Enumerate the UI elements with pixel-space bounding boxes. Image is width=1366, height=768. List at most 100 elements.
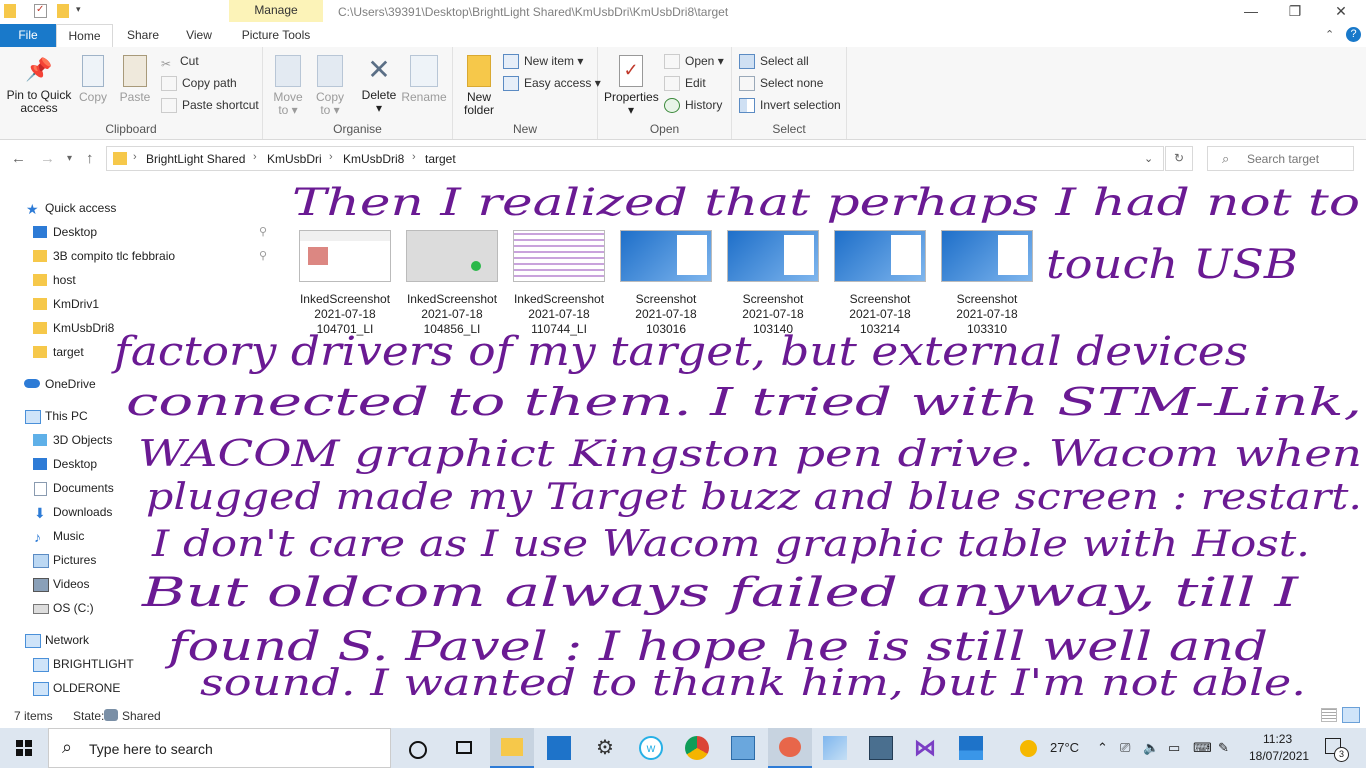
new-folder-button[interactable]: New folder [459,55,499,117]
nav-item-3b-compito[interactable]: 3B compito tlc febbraio ⚲ [0,245,278,267]
new-folder-quick-icon[interactable] [57,4,69,18]
language-icon[interactable]: ⌨ [1193,740,1212,756]
move-to-button[interactable]: Move to ▾ [271,55,305,117]
collapse-ribbon-icon[interactable]: ⌃ [1325,28,1334,41]
word-app-icon[interactable]: w [639,736,663,760]
tab-share[interactable]: Share [120,24,166,47]
open-button[interactable]: Open ▾ [664,52,724,70]
large-icons-view-icon[interactable] [1342,707,1360,723]
edit-button[interactable]: Edit [664,74,706,92]
network-tray-icon[interactable]: ▭ [1168,740,1180,756]
snipping-tool-icon[interactable] [823,736,847,760]
properties-quick-icon[interactable]: ✓ [34,4,47,18]
breadcrumb-separator-icon[interactable]: › [329,151,333,163]
address-dropdown-icon[interactable]: ⌄ [1144,152,1153,165]
nav-item-os-c[interactable]: OS (C:) [0,597,278,619]
close-button[interactable]: ✕ [1318,0,1364,24]
show-hidden-icons-chevron-icon[interactable]: ⌃ [1097,740,1108,756]
file-item[interactable]: InkedScreenshot 2021-07-18 104701_LI [293,228,397,337]
copy-button[interactable]: Copy [76,55,110,104]
select-all-button[interactable]: Select all [739,52,809,70]
file-explorer-taskbar-item[interactable] [490,728,534,768]
paste-shortcut-button[interactable]: Paste shortcut [161,96,259,114]
nav-item-documents[interactable]: Documents [0,477,278,499]
photos-icon[interactable] [959,736,983,760]
new-item-button[interactable]: New item ▾ [503,52,583,70]
breadcrumb-separator-icon[interactable]: › [253,151,257,163]
file-item[interactable]: Screenshot 2021-07-18 103016 [614,228,718,337]
nav-item-pc-desktop[interactable]: Desktop [0,453,278,475]
taskbar-search[interactable]: ⌕ Type here to search [48,728,391,768]
start-button[interactable] [0,728,48,768]
file-item[interactable]: Screenshot 2021-07-18 103310 [935,228,1039,337]
nav-this-pc[interactable]: This PC [0,405,278,427]
nav-item-music[interactable]: ♪ Music [0,525,278,547]
search-box[interactable]: ⌕ Search target [1207,146,1354,171]
cut-button[interactable]: ✂ Cut [161,52,199,71]
breadcrumb-target[interactable]: target [425,152,456,166]
nav-network[interactable]: Network [0,629,278,651]
breadcrumb-brightlight-shared[interactable]: BrightLight Shared [146,152,245,166]
nav-item-kmdriv1[interactable]: KmDriv1 [0,293,278,315]
task-view-icon[interactable] [452,736,476,760]
breadcrumb-separator-icon[interactable]: › [133,151,137,163]
nav-item-videos[interactable]: Videos [0,573,278,595]
easy-access-button[interactable]: Easy access ▾ [503,74,601,92]
select-none-button[interactable]: Select none [739,74,823,92]
remote-desktop-icon[interactable] [869,736,893,760]
tab-file[interactable]: File [0,24,56,47]
paste-button[interactable]: Paste [118,55,152,104]
visual-studio-icon[interactable]: ⋈ [913,736,937,760]
history-button[interactable]: History [664,96,722,114]
pin-to-quick-access-button[interactable]: 📌 Pin to Quick access [4,55,74,115]
nav-item-olderone[interactable]: OLDERONE [0,677,278,699]
copy-to-button[interactable]: Copy to ▾ [313,55,347,117]
invert-selection-button[interactable]: Invert selection [739,96,841,114]
help-icon[interactable]: ? [1346,27,1361,42]
cortana-icon[interactable] [405,736,429,760]
tray-usb-icon[interactable]: ⎚ [1120,740,1130,756]
file-item[interactable]: InkedScreenshot 2021-07-18 104856_LI [400,228,504,337]
pen-icon[interactable]: ✎ [1218,740,1229,756]
nav-item-pictures[interactable]: Pictures [0,549,278,571]
temperature[interactable]: 27°C [1050,740,1079,755]
delete-button[interactable]: ✕ Delete ▾ [359,55,399,115]
file-item[interactable]: InkedScreenshot 2021-07-18 110744_LI [507,228,611,337]
address-bar[interactable]: › BrightLight Shared › KmUsbDri › KmUsbD… [106,146,1164,171]
volume-icon[interactable]: 🔈 [1143,740,1159,756]
clock-time[interactable]: 11:23 [1263,732,1292,746]
minimize-button[interactable]: — [1228,0,1274,24]
nav-quick-access[interactable]: ★ Quick access [0,197,278,219]
paint-app-taskbar-item[interactable] [768,728,812,768]
restore-button[interactable]: ❐ [1272,0,1318,24]
nav-item-desktop[interactable]: Desktop ⚲ [0,221,278,243]
nav-onedrive[interactable]: OneDrive [0,373,278,395]
nav-item-host[interactable]: host [0,269,278,291]
back-arrow-icon[interactable]: ← [11,150,26,167]
tab-view[interactable]: View [176,24,222,47]
properties-button[interactable]: ✓ Properties ▾ [604,55,659,117]
breadcrumb-kmusbdri8[interactable]: KmUsbDri8 [343,152,404,166]
mail-icon[interactable] [547,736,571,760]
tab-picture-tools[interactable]: Picture Tools [229,24,323,47]
copy-path-button[interactable]: Copy path [161,74,237,92]
control-panel-icon[interactable] [731,736,755,760]
file-item[interactable]: Screenshot 2021-07-18 103140 [721,228,825,337]
settings-gear-icon[interactable]: ⚙ [593,736,617,760]
nav-item-brightlight[interactable]: BRIGHTLIGHT [0,653,278,675]
forward-arrow-icon[interactable]: → [40,150,55,167]
file-item[interactable]: Screenshot 2021-07-18 103214 [828,228,932,337]
clock-date[interactable]: 18/07/2021 [1249,749,1309,763]
breadcrumb-kmusbdri[interactable]: KmUsbDri [267,152,322,166]
breadcrumb-separator-icon[interactable]: › [412,151,416,163]
rename-button[interactable]: Rename [401,55,447,104]
nav-item-kmusbdri8[interactable]: KmUsbDri8 [0,317,278,339]
details-view-icon[interactable] [1321,708,1337,722]
refresh-button[interactable]: ↻ [1165,146,1193,171]
weather-sun-icon[interactable] [1020,740,1037,757]
tab-home[interactable]: Home [56,24,113,48]
manage-context-tab[interactable]: Manage [229,0,323,22]
nav-item-3d-objects[interactable]: 3D Objects [0,429,278,451]
up-arrow-icon[interactable]: ↑ [86,150,94,167]
nav-item-downloads[interactable]: ⬇ Downloads [0,501,278,523]
